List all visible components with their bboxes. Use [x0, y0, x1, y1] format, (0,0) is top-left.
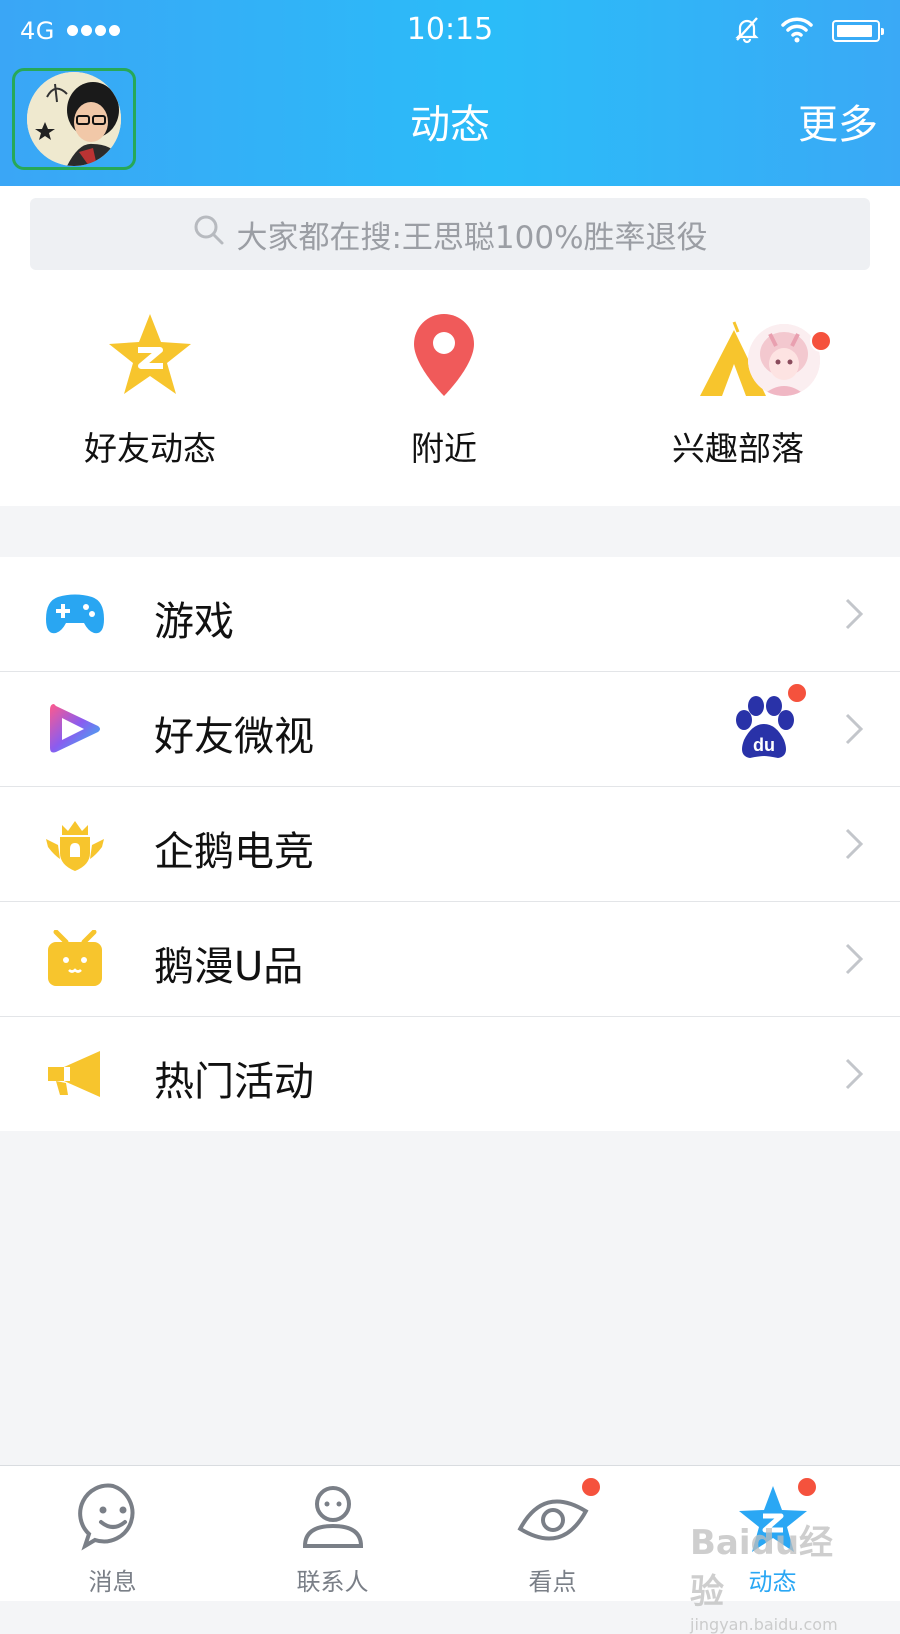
eye-icon [515, 1499, 591, 1560]
list-item-label: 鹅漫U品 [154, 944, 304, 990]
tv-box-icon [44, 929, 106, 988]
quick-entry-row: 好友动态 附近 兴趣部落 [0, 296, 900, 506]
tab-contacts[interactable]: 联系人 [220, 1480, 445, 1597]
tab-label: 看点 [528, 1568, 577, 1596]
quick-entry-interest-tribe[interactable]: 兴趣部落 [588, 310, 888, 470]
chevron-right-icon [844, 597, 864, 635]
list-item-label: 游戏 [154, 599, 234, 645]
list-item-label: 热门活动 [154, 1059, 314, 1105]
battery-icon [832, 20, 884, 42]
gamepad-icon [44, 585, 106, 643]
baidu-jingyan-watermark: Baidu经验 jingyan.baidu.com [690, 1515, 860, 1634]
search-input[interactable]: 大家都在搜:王思聪100%胜率退役 [30, 198, 870, 270]
chevron-right-icon [844, 942, 864, 980]
location-pin-icon [409, 314, 479, 404]
list-item-weishi[interactable]: 好友微视 du [0, 672, 900, 787]
feature-list: 游戏 好友微视 du 企鹅电竞 鹅漫U品 热门活动 [0, 557, 900, 1131]
chevron-right-icon [844, 1057, 864, 1095]
tab-watch[interactable]: 看点 [440, 1476, 665, 1597]
list-item-ugoods[interactable]: 鹅漫U品 [0, 902, 900, 1017]
quick-entry-nearby[interactable]: 附近 [294, 310, 594, 470]
list-item-label: 好友微视 [154, 714, 314, 760]
tab-label: 消息 [88, 1568, 137, 1596]
search-placeholder: 大家都在搜:王思聪100%胜率退役 [236, 219, 708, 256]
notification-dot [580, 1476, 602, 1498]
quick-entry-label: 好友动态 [84, 429, 216, 468]
tribe-avatar [748, 324, 820, 396]
list-item-hot-events[interactable]: 热门活动 [0, 1017, 900, 1131]
notification-dot [810, 330, 832, 352]
notification-dot [786, 682, 808, 704]
list-item-games[interactable]: 游戏 [0, 557, 900, 672]
wifi-icon [780, 15, 814, 47]
search-section: 大家都在搜:王思聪100%胜率退役 [0, 186, 900, 296]
mute-bell-icon [732, 14, 762, 48]
crown-shield-icon [44, 815, 106, 873]
star-icon [105, 314, 195, 404]
megaphone-icon [44, 1045, 106, 1103]
tab-label: 联系人 [296, 1568, 369, 1596]
status-bar: 4G 10:15 [0, 0, 900, 60]
svg-text:du: du [753, 735, 775, 755]
more-button[interactable]: 更多 [798, 92, 878, 150]
list-item-esports[interactable]: 企鹅电竞 [0, 787, 900, 902]
smile-chat-icon [77, 1483, 149, 1560]
watermark-url: jingyan.baidu.com [690, 1615, 838, 1634]
app-header: 4G 10:15 动态 更多 [0, 0, 900, 186]
person-icon [297, 1486, 369, 1560]
watermark-brand: Baidu经验 [690, 1523, 834, 1612]
page-title: 动态 [410, 102, 490, 148]
chevron-right-icon [844, 827, 864, 865]
quick-entry-friend-feed[interactable]: 好友动态 [0, 310, 300, 470]
notification-dot [796, 1476, 818, 1498]
chevron-right-icon [844, 712, 864, 750]
tab-messages[interactable]: 消息 [0, 1480, 225, 1597]
quick-entry-label: 附近 [411, 429, 477, 468]
list-item-label: 企鹅电竞 [154, 829, 314, 875]
play-icon [44, 700, 106, 758]
quick-entry-label: 兴趣部落 [672, 429, 804, 468]
search-icon [192, 213, 236, 255]
